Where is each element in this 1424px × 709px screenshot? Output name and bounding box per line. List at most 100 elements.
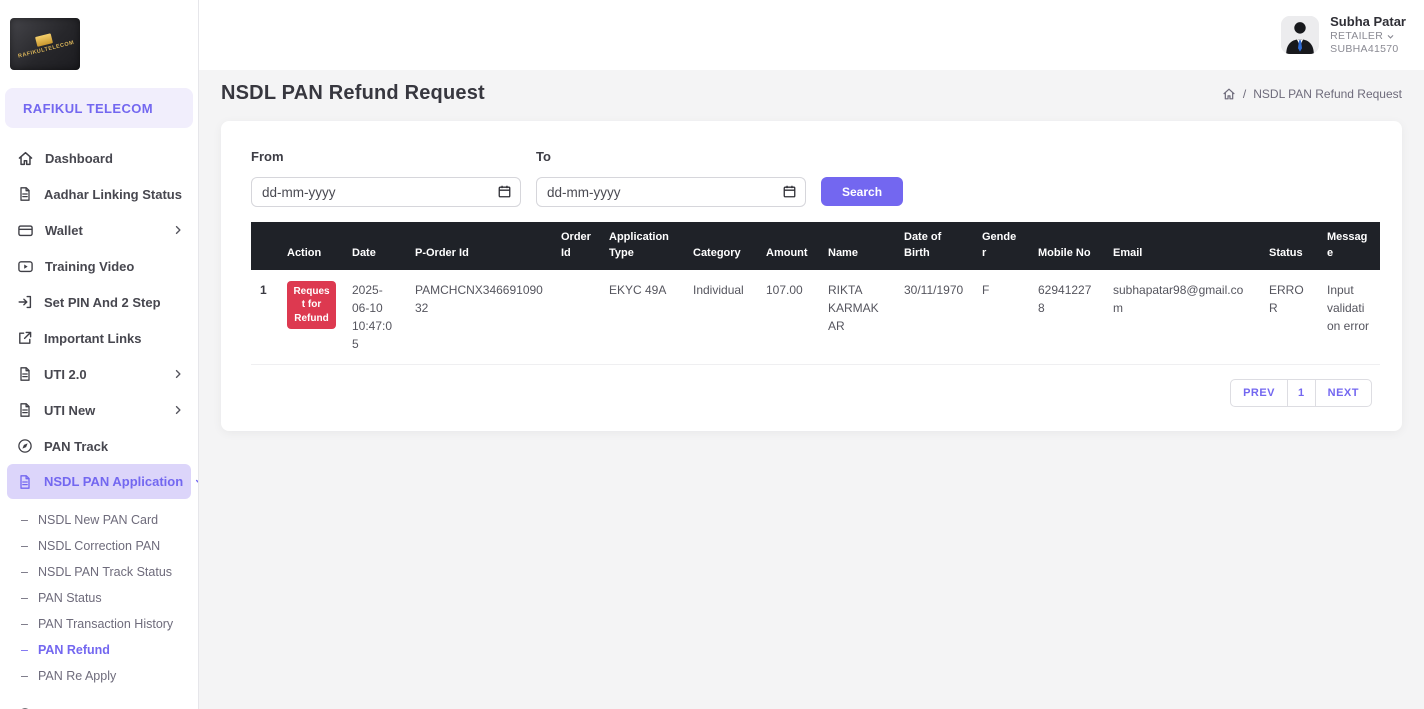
sidebar-item-pan-track[interactable]: PAN Track — [0, 428, 198, 464]
sidebar-item-label: NSDL PAN Application — [44, 474, 183, 489]
sidebar-subitem-label: PAN Re Apply — [38, 669, 116, 683]
col-header-status: Status — [1260, 222, 1318, 270]
col-header-name: Name — [819, 222, 895, 270]
sidebar-item-label: Dashboard — [45, 151, 113, 166]
sidebar-item-label: Aadhar Linking Status — [44, 187, 182, 202]
col-header-dob: Date of Birth — [895, 222, 973, 270]
chevron-right-icon — [172, 404, 184, 416]
request-refund-button[interactable]: Request for Refund — [287, 281, 336, 330]
home-icon[interactable] — [1222, 87, 1236, 101]
sidebar-subitem-nsdl-correction-pan[interactable]: NSDL Correction PAN — [0, 533, 198, 559]
cell-amount: 107.00 — [757, 270, 819, 365]
sidebar-item-label: Important Links — [44, 331, 142, 346]
row-index: 1 — [251, 270, 278, 365]
dash-icon — [21, 565, 28, 579]
dash-icon — [21, 539, 28, 553]
video-icon — [17, 258, 34, 275]
sidebar-subitem-label: PAN Transaction History — [38, 617, 173, 631]
sidebar-item-wallet[interactable]: Wallet — [0, 212, 198, 248]
user-name: Subha Patar — [1330, 14, 1406, 30]
brand-name: RAFIKUL TELECOM — [23, 101, 153, 116]
from-date-input[interactable] — [251, 177, 521, 207]
col-header-mobile: Mobile No — [1029, 222, 1104, 270]
table-header-row: Action Date P-Order Id Order Id Applicat… — [251, 222, 1380, 270]
home-icon — [17, 150, 34, 167]
col-header-date: Date — [343, 222, 406, 270]
refund-table: Action Date P-Order Id Order Id Applicat… — [251, 222, 1380, 365]
sidebar-item-uti-new[interactable]: UTI New — [0, 392, 198, 428]
dash-icon — [21, 669, 28, 683]
cell-dob: 30/11/1970 — [895, 270, 973, 365]
dash-icon — [21, 513, 28, 527]
chevron-down-icon — [1386, 32, 1395, 41]
sidebar-item-label: Set PIN And 2 Step — [44, 295, 161, 310]
sidebar-subitem-label: PAN Status — [38, 591, 102, 605]
chevron-right-icon — [172, 368, 184, 380]
dash-icon — [21, 617, 28, 631]
sidebar-item-label: Training Video — [45, 259, 134, 274]
prev-page-button[interactable]: PREV — [1230, 379, 1288, 407]
sidebar-item-uti-20[interactable]: UTI 2.0 — [0, 356, 198, 392]
sidebar-item-important-links[interactable]: Important Links — [0, 320, 198, 356]
filter-bar: From To Search — [251, 149, 1372, 207]
col-header-email: Email — [1104, 222, 1260, 270]
cell-application-type: EKYC 49A — [600, 270, 684, 365]
sidebar-item-set-pin[interactable]: Set PIN And 2 Step — [0, 284, 198, 320]
sidebar-subitem-label: NSDL PAN Track Status — [38, 565, 172, 579]
brand-name-badge[interactable]: RAFIKUL TELECOM — [5, 88, 193, 128]
from-date-label: From — [251, 149, 521, 164]
login-arrow-icon — [17, 294, 33, 310]
document-icon — [17, 186, 33, 202]
cell-date: 2025-06-10 10:47:05 — [343, 270, 406, 365]
breadcrumb: / NSDL PAN Refund Request — [1222, 87, 1402, 101]
next-page-button[interactable]: NEXT — [1315, 379, 1372, 407]
cell-status: ERROR — [1260, 270, 1318, 365]
sidebar-subitem-nsdl-new-pan-card[interactable]: NSDL New PAN Card — [0, 507, 198, 533]
cell-message: Input validation error — [1318, 270, 1380, 365]
to-date-label: To — [536, 149, 806, 164]
col-header-amount: Amount — [757, 222, 819, 270]
col-header-action: Action — [278, 222, 343, 270]
content-area: NSDL PAN Refund Request / NSDL PAN Refun… — [199, 70, 1424, 709]
cell-gender: F — [973, 270, 1029, 365]
cell-order-id — [552, 270, 600, 365]
sidebar-item-label: PAN Track — [44, 439, 108, 454]
user-role: RETAILER — [1330, 30, 1383, 43]
sidebar-item-nsdl-pan-application[interactable]: NSDL PAN Application — [7, 464, 191, 499]
sidebar-nav: Dashboard Aadhar Linking Status Wallet T… — [0, 140, 198, 709]
to-date-input[interactable] — [536, 177, 806, 207]
col-header-order-id: Order Id — [552, 222, 600, 270]
user-id: SUBHA41570 — [1330, 43, 1406, 56]
pagination: PREV 1 NEXT — [251, 379, 1372, 407]
col-header-category: Category — [684, 222, 757, 270]
table-row: 1 Request for Refund 2025-06-10 10:47:05… — [251, 270, 1380, 365]
col-header-p-order-id: P-Order Id — [406, 222, 552, 270]
cell-p-order-id: PAMCHCNX34669109032 — [406, 270, 552, 365]
sidebar-item-pan-document[interactable]: PAN Document — [0, 697, 198, 709]
avatar[interactable] — [1281, 16, 1319, 54]
document-icon — [17, 366, 33, 382]
search-button[interactable]: Search — [821, 177, 903, 206]
sidebar-subitem-pan-transaction-history[interactable]: PAN Transaction History — [0, 611, 198, 637]
wallet-icon — [17, 222, 34, 239]
cell-email: subhapatar98@gmail.com — [1104, 270, 1260, 365]
sidebar-subitem-pan-re-apply[interactable]: PAN Re Apply — [0, 663, 198, 689]
sidebar-item-training-video[interactable]: Training Video — [0, 248, 198, 284]
top-header: Subha Patar RETAILER SUBHA41570 — [199, 0, 1424, 70]
page-number-button[interactable]: 1 — [1287, 379, 1316, 407]
document-icon — [17, 402, 33, 418]
sidebar-item-dashboard[interactable]: Dashboard — [0, 140, 198, 176]
sidebar-item-label: UTI 2.0 — [44, 367, 87, 382]
cell-name: RIKTA KARMAKAR — [819, 270, 895, 365]
document-icon — [17, 474, 33, 490]
sidebar-subitem-pan-refund[interactable]: PAN Refund — [0, 637, 198, 663]
sidebar-item-aadhar-linking-status[interactable]: Aadhar Linking Status — [0, 176, 198, 212]
user-menu[interactable]: Subha Patar RETAILER SUBHA41570 — [1330, 14, 1406, 57]
sidebar-item-label: Wallet — [45, 223, 83, 238]
sidebar-subitem-nsdl-pan-track-status[interactable]: NSDL PAN Track Status — [0, 559, 198, 585]
sidebar-subitem-label: NSDL Correction PAN — [38, 539, 160, 553]
dash-icon — [21, 591, 28, 605]
refund-request-card: From To Search — [221, 121, 1402, 431]
sidebar-subitem-pan-status[interactable]: PAN Status — [0, 585, 198, 611]
col-header-index — [251, 222, 278, 270]
